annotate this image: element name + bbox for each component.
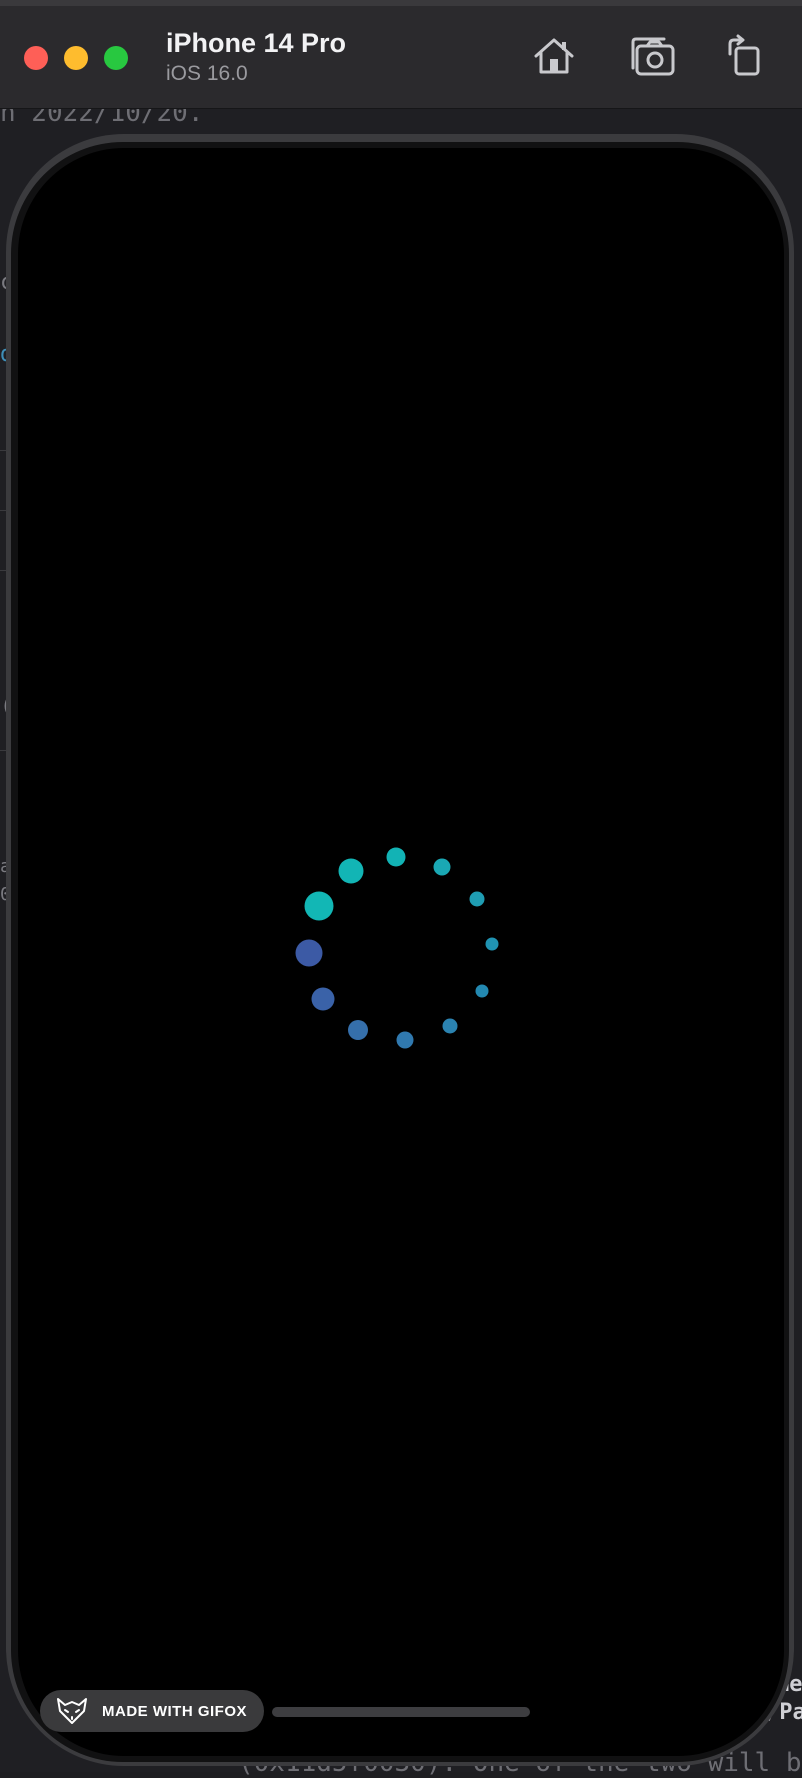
window-close-button[interactable] — [24, 46, 48, 70]
home-button[interactable] — [531, 34, 577, 78]
home-indicator[interactable] — [272, 1707, 530, 1717]
fox-icon — [56, 1697, 88, 1725]
rotate-button[interactable] — [722, 34, 768, 78]
camera-screenshot-icon — [631, 37, 675, 76]
device-os-version: iOS 16.0 — [166, 62, 248, 85]
device-name: iPhone 14 Pro — [166, 28, 347, 58]
home-icon — [534, 38, 574, 74]
window-zoom-button[interactable] — [104, 46, 128, 70]
device-screen — [18, 148, 784, 1756]
gifox-watermark-label: MADE WITH GIFOX — [102, 1702, 247, 1720]
title-bar-top-edge — [0, 0, 802, 6]
simulator-title-bar: iPhone 14 Pro iOS 16.0 — [0, 0, 802, 109]
gifox-watermark-badge: MADE WITH GIFOX — [40, 1690, 264, 1732]
window-minimize-button[interactable] — [64, 46, 88, 70]
screenshot-button[interactable] — [630, 34, 676, 78]
rotate-icon — [728, 34, 760, 76]
